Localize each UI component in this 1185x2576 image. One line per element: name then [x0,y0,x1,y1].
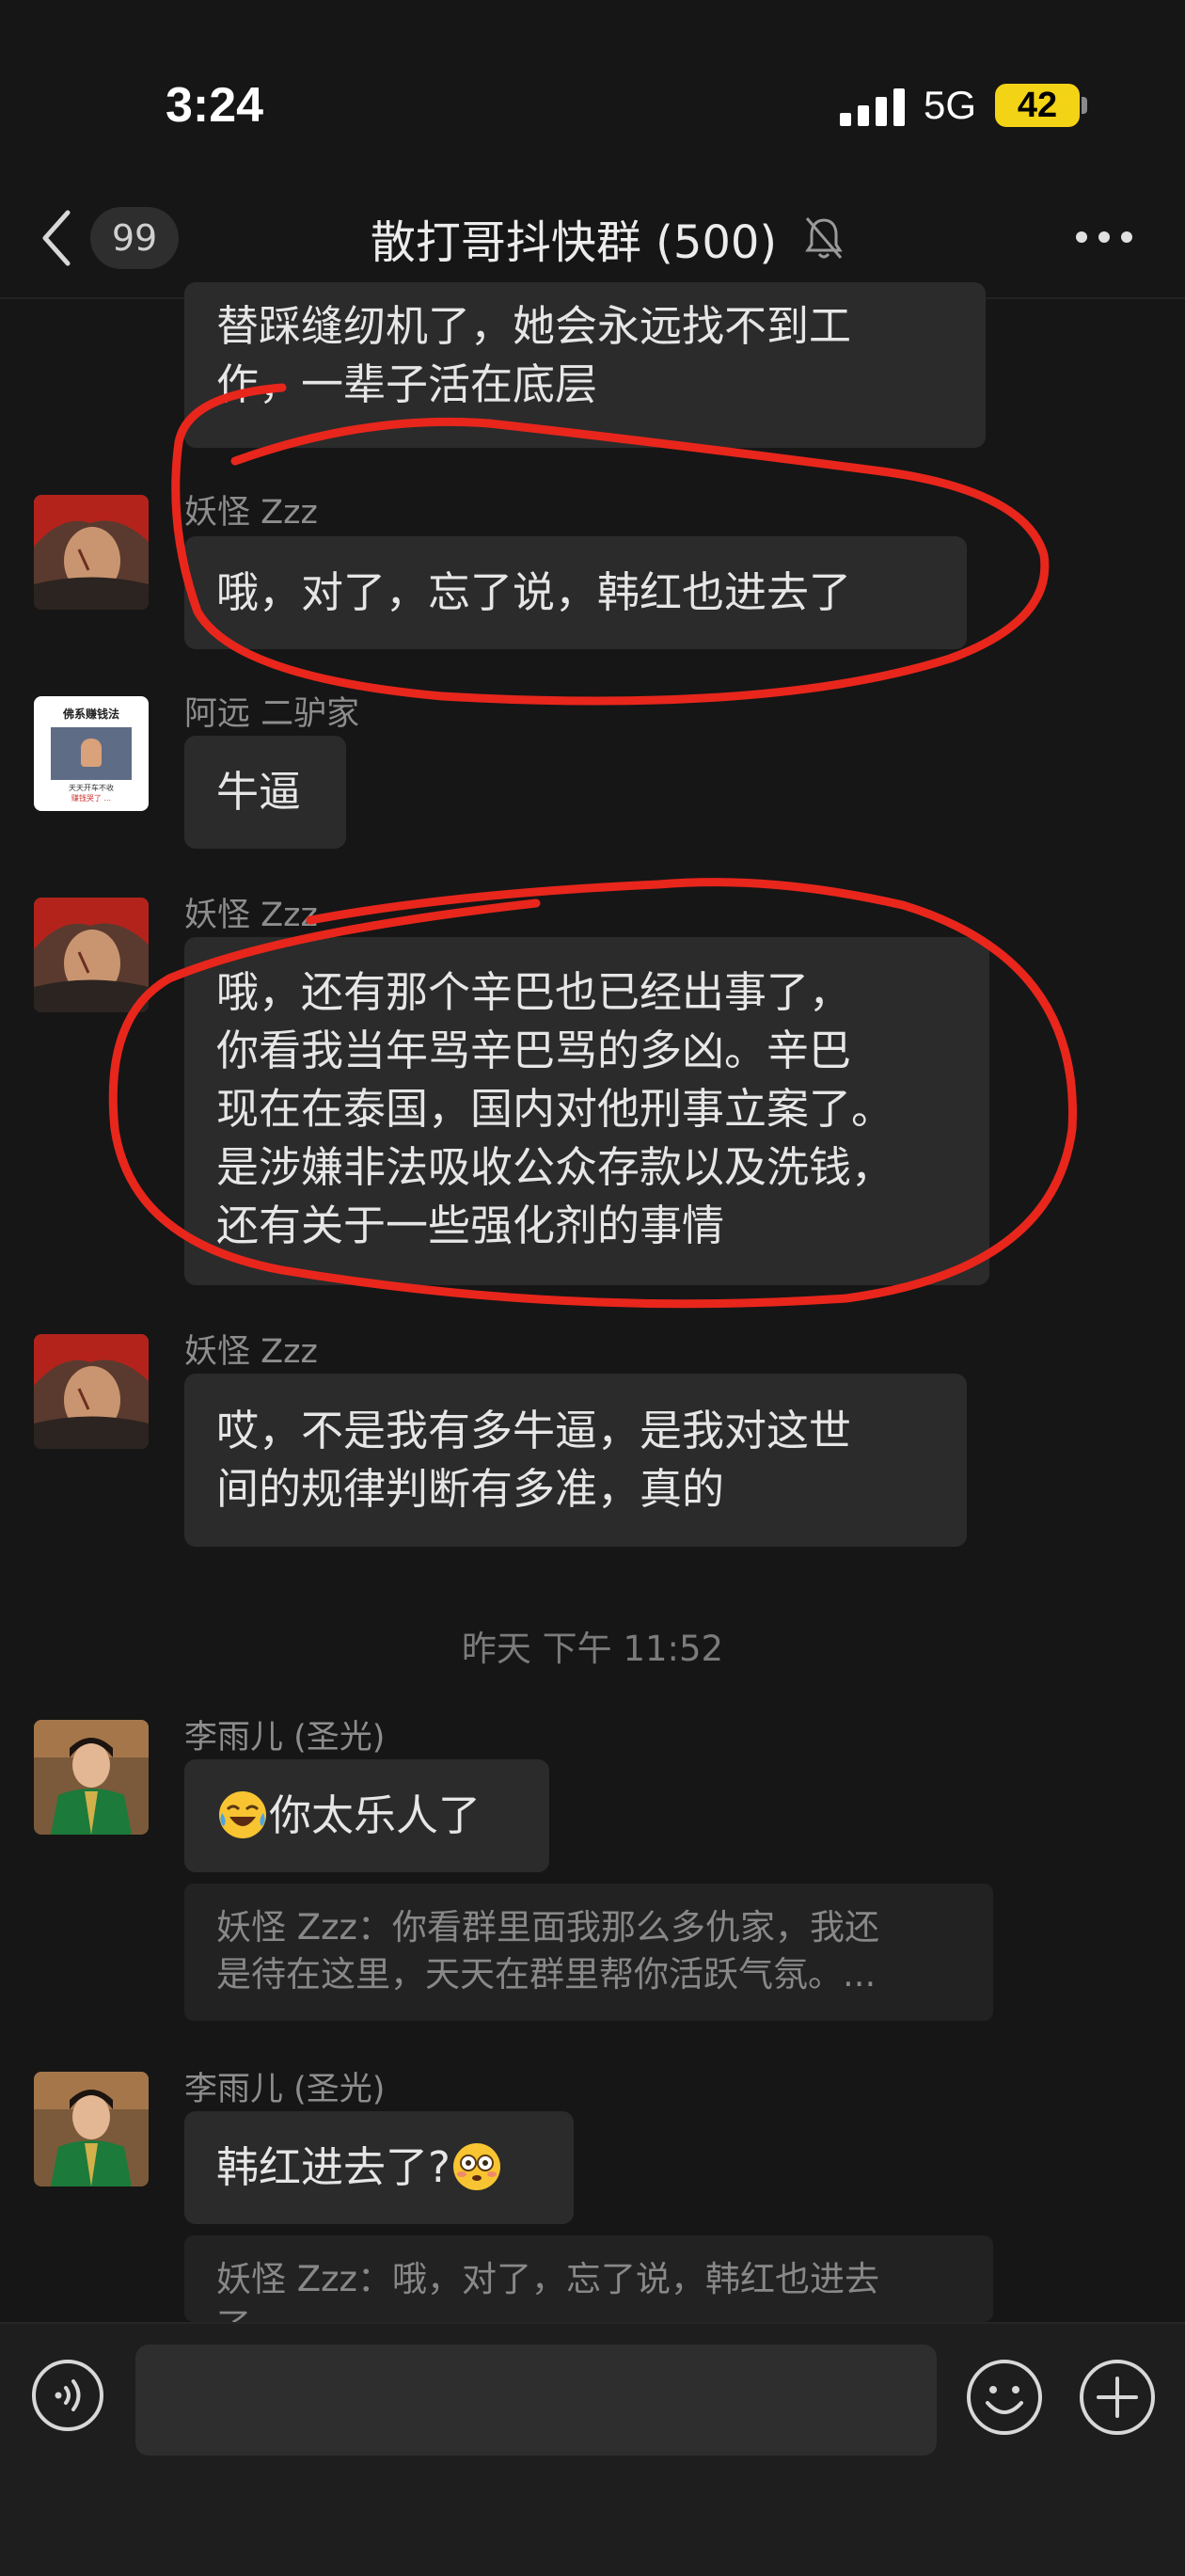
emoji-icon[interactable] [965,2358,1044,2437]
red-circle-annotation [108,878,1077,1309]
message-input[interactable] [135,2345,937,2456]
voice-icon[interactable] [30,2358,105,2433]
plus-icon[interactable] [1078,2358,1157,2437]
red-circle-annotation [171,383,1050,706]
annotation-layer [108,383,1077,1309]
